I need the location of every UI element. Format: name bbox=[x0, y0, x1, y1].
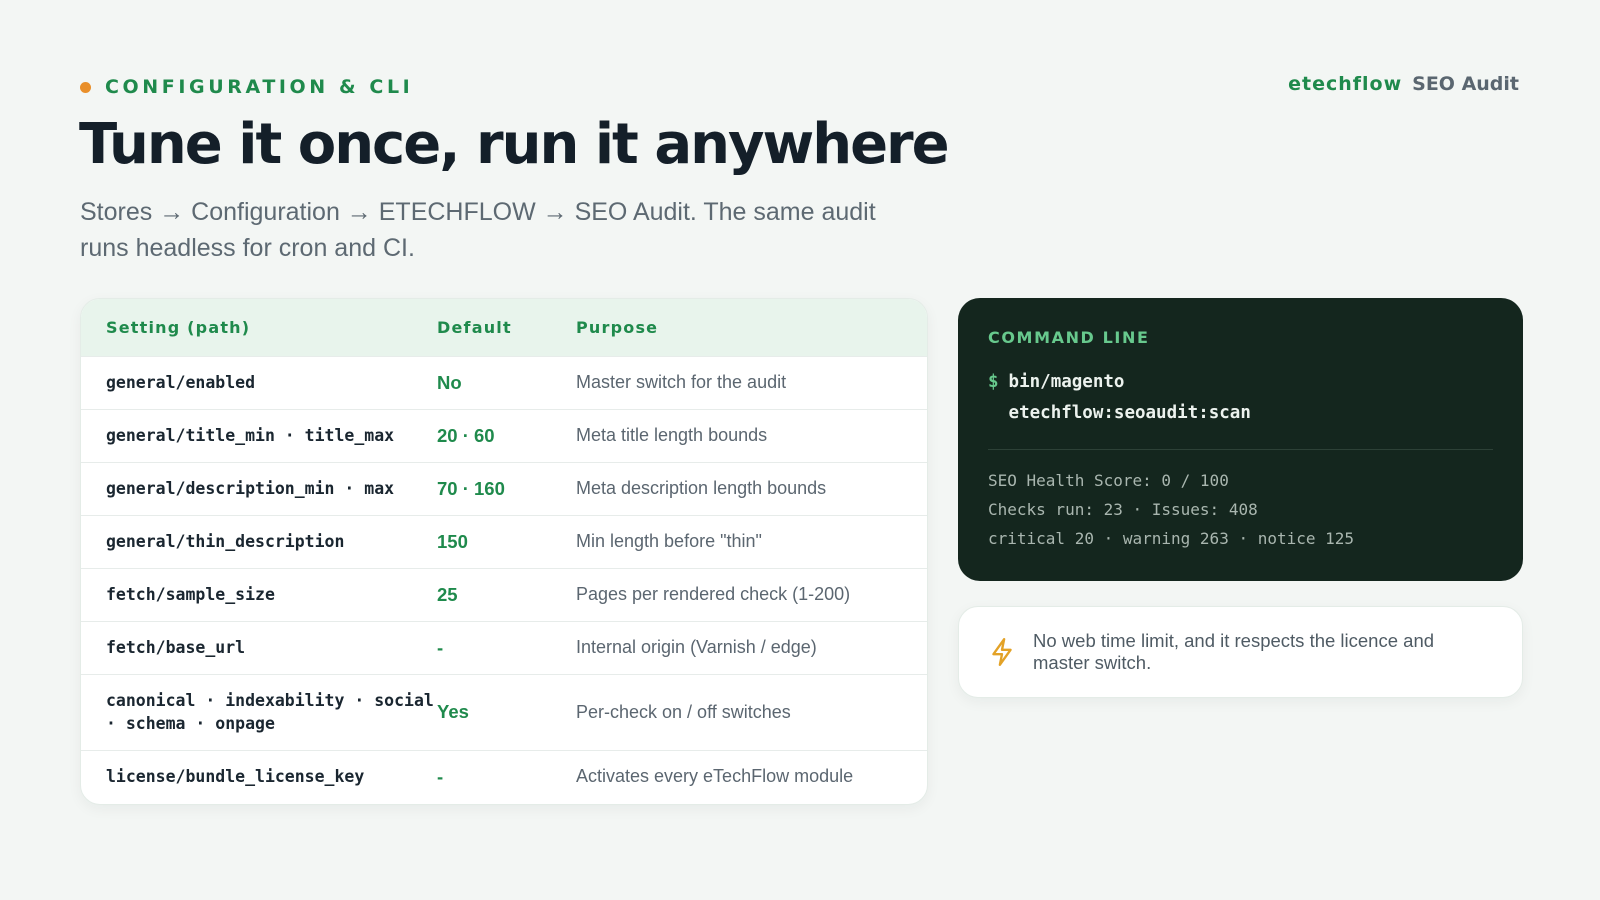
setting-default: 20 · 60 bbox=[437, 408, 576, 462]
setting-path: license/bundle_license_key bbox=[81, 749, 437, 803]
page-title: Tune it once, run it anywhere bbox=[79, 112, 950, 177]
settings-table-card: Setting (path) Default Purpose general/e… bbox=[80, 298, 928, 805]
column-header-setting: Setting (path) bbox=[106, 317, 251, 337]
setting-purpose: Internal origin (Varnish / edge) bbox=[576, 620, 927, 674]
table-row: fetch/sample_size 25 Pages per rendered … bbox=[81, 567, 927, 621]
note-card: No web time limit, and it respects the l… bbox=[958, 606, 1523, 698]
setting-purpose: Per-check on / off switches bbox=[576, 673, 927, 750]
command-line-panel: COMMAND LINE $ bin/magento etechflow:seo… bbox=[958, 298, 1523, 581]
setting-default: No bbox=[437, 355, 576, 409]
setting-path: canonical · indexability · social · sche… bbox=[81, 673, 437, 750]
setting-default: 70 · 160 bbox=[437, 461, 576, 515]
terminal-divider bbox=[988, 449, 1493, 450]
command-text: bin/magento etechflow:seoaudit:scan bbox=[1009, 367, 1251, 429]
brand-name: etechflow bbox=[1288, 73, 1403, 95]
brand-product: SEO Audit bbox=[1412, 73, 1519, 95]
accent-dot bbox=[80, 81, 91, 93]
table-header-row: Setting (path) Default Purpose bbox=[81, 299, 927, 356]
setting-default: 25 bbox=[437, 567, 576, 621]
setting-purpose: Meta description length bounds bbox=[576, 461, 927, 515]
setting-purpose: Meta title length bounds bbox=[576, 408, 927, 462]
setting-path: general/description_min · max bbox=[81, 461, 437, 515]
setting-default: Yes bbox=[437, 673, 576, 750]
settings-table: Setting (path) Default Purpose general/e… bbox=[81, 299, 927, 803]
table-row: fetch/base_url - Internal origin (Varnis… bbox=[81, 620, 927, 674]
table-row: canonical · indexability · social · sche… bbox=[81, 673, 927, 750]
output-line: Checks run: 23 · Issues: 408 bbox=[988, 500, 1258, 519]
setting-default: 150 bbox=[437, 514, 576, 568]
note-text: No web time limit, and it respects the l… bbox=[1033, 630, 1435, 673]
setting-path: fetch/base_url bbox=[81, 620, 437, 674]
brand: etechflow SEO Audit bbox=[1288, 73, 1519, 95]
setting-default: - bbox=[437, 620, 576, 674]
command-line-1: bin/magento bbox=[1008, 372, 1125, 392]
lightning-icon bbox=[992, 637, 1012, 667]
setting-path: general/title_min · title_max bbox=[81, 408, 437, 462]
section-eyebrow: CONFIGURATION & CLI bbox=[80, 76, 413, 98]
column-header-default: Default bbox=[437, 317, 512, 337]
table-row: general/description_min · max 70 · 160 M… bbox=[81, 461, 927, 515]
terminal-command: $ bin/magento etechflow:seoaudit:scan bbox=[988, 367, 1493, 429]
table-row: general/title_min · title_max 20 · 60 Me… bbox=[81, 408, 927, 462]
output-line: critical 20 · warning 263 · notice 125 bbox=[988, 529, 1355, 548]
setting-path: general/enabled bbox=[81, 355, 437, 409]
command-line-2: etechflow:seoaudit:scan bbox=[1008, 403, 1251, 423]
setting-path: general/thin_description bbox=[81, 514, 437, 568]
eyebrow-label: CONFIGURATION & CLI bbox=[105, 76, 414, 98]
terminal-output: SEO Health Score: 0 / 100 Checks run: 23… bbox=[988, 466, 1493, 553]
terminal-heading: COMMAND LINE bbox=[988, 328, 1150, 347]
column-header-purpose: Purpose bbox=[576, 317, 659, 337]
terminal-prompt: $ bbox=[988, 372, 999, 392]
table-row: general/enabled No Master switch for the… bbox=[81, 355, 927, 409]
output-line: SEO Health Score: 0 / 100 bbox=[988, 471, 1229, 490]
setting-path: fetch/sample_size bbox=[81, 567, 437, 621]
setting-purpose: Min length before "thin" bbox=[576, 514, 927, 568]
table-row: general/thin_description 150 Min length … bbox=[81, 514, 927, 568]
setting-purpose: Pages per rendered check (1-200) bbox=[576, 567, 927, 621]
setting-default: - bbox=[437, 749, 576, 803]
setting-purpose: Activates every eTechFlow module bbox=[576, 749, 927, 803]
table-row: license/bundle_license_key - Activates e… bbox=[81, 749, 927, 803]
setting-purpose: Master switch for the audit bbox=[576, 355, 927, 409]
page-subtitle: Stores → Configuration → ETECHFLOW → SEO… bbox=[80, 198, 876, 262]
